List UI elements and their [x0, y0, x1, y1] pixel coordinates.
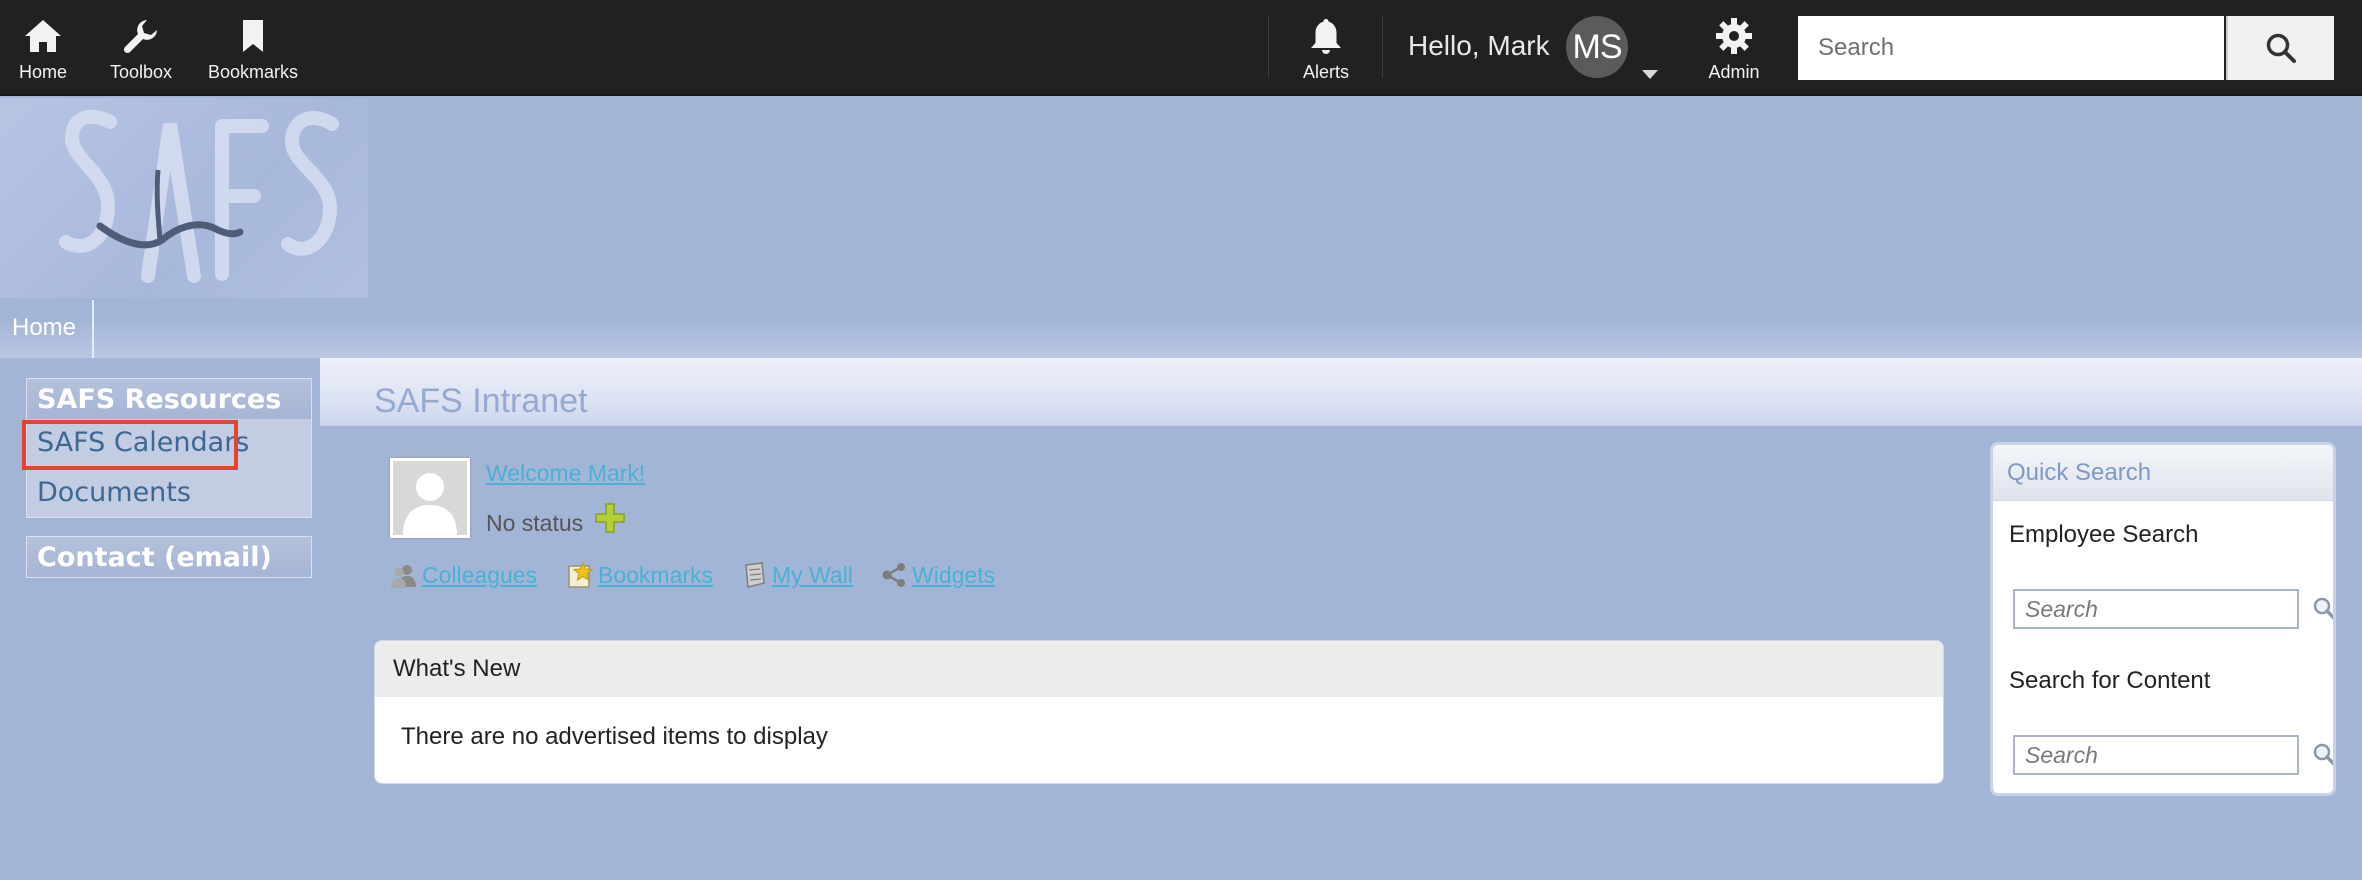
- highlight-box: [22, 420, 238, 470]
- nav-admin-label: Admin: [1708, 61, 1760, 82]
- status-text: No status: [486, 510, 584, 536]
- quick-link-colleagues[interactable]: Colleagues: [390, 560, 537, 590]
- sidebar-section-title: SAFS Resources: [27, 379, 311, 419]
- safs-logo-graphic: [59, 109, 339, 283]
- main-header-band: [320, 358, 2362, 426]
- sidebar-contact-email[interactable]: Contact (email): [27, 537, 311, 577]
- global-search-button[interactable]: [2226, 16, 2334, 80]
- search-icon[interactable]: [2311, 595, 2336, 623]
- notepad-icon: [745, 562, 765, 588]
- nav-alerts-label: Alerts: [1302, 61, 1349, 82]
- whats-new-panel: What's New There are no advertised items…: [374, 640, 1944, 784]
- welcome-link[interactable]: Welcome Mark!: [486, 460, 645, 487]
- breadcrumb-home[interactable]: Home: [12, 314, 76, 342]
- avatar[interactable]: MS: [1566, 16, 1628, 78]
- global-search-input[interactable]: [1798, 16, 2224, 80]
- user-silhouette-icon: [393, 461, 467, 535]
- quick-search-panel: Quick Search Employee Search Search for …: [1990, 442, 2336, 796]
- quick-link-label: Colleagues: [422, 561, 538, 588]
- profile-picture[interactable]: [390, 458, 470, 538]
- site-logo[interactable]: [0, 98, 368, 298]
- gear-icon: [1716, 17, 1752, 54]
- search-icon[interactable]: [2311, 741, 2336, 769]
- share-nodes-icon: [882, 563, 905, 587]
- quick-link-label: Bookmarks: [598, 561, 714, 588]
- nav-bookmarks[interactable]: Bookmarks: [202, 0, 304, 96]
- sidebar-item-documents[interactable]: Documents: [37, 477, 191, 508]
- nav-bookmarks-label: Bookmarks: [207, 61, 299, 82]
- content-search-label: Search for Content: [2009, 667, 2211, 694]
- site-navigation-strip: [0, 300, 2362, 358]
- colleagues-icon: [391, 565, 416, 588]
- wrench-icon: [123, 19, 157, 53]
- user-greeting[interactable]: Hello, Mark: [1408, 30, 1550, 62]
- bookmark-icon: [243, 19, 263, 52]
- divider: [1382, 16, 1383, 78]
- bell-icon: [1311, 18, 1341, 54]
- nav-toolbox[interactable]: Toolbox: [100, 0, 182, 96]
- quick-link-label: My Wall: [772, 561, 853, 588]
- content-search-input[interactable]: [2013, 735, 2299, 775]
- quick-search-title: Quick Search: [1993, 445, 2333, 501]
- employee-search-input[interactable]: [2013, 589, 2299, 629]
- quick-link-label: Widgets: [912, 561, 996, 588]
- nav-home[interactable]: Home: [10, 0, 76, 96]
- home-icon: [25, 19, 61, 52]
- whats-new-title: What's New: [375, 641, 1943, 697]
- nav-admin[interactable]: Admin: [1698, 0, 1770, 96]
- search-icon: [2266, 33, 2296, 63]
- chevron-down-icon[interactable]: [1642, 70, 1658, 79]
- divider: [1268, 16, 1269, 78]
- whats-new-empty-message: There are no advertised items to display: [401, 723, 828, 750]
- page-title: SAFS Intranet: [374, 382, 588, 420]
- nav-alerts[interactable]: Alerts: [1290, 0, 1362, 96]
- quick-link-my-wall[interactable]: My Wall: [740, 560, 853, 590]
- quick-link-bookmarks[interactable]: Bookmarks: [566, 560, 713, 590]
- sidebar-contact-panel[interactable]: Contact (email): [26, 536, 312, 578]
- nav-toolbox-label: Toolbox: [109, 61, 173, 82]
- nav-home-label: Home: [18, 61, 67, 82]
- add-status-icon[interactable]: [594, 502, 626, 534]
- quick-link-widgets[interactable]: Widgets: [880, 560, 995, 590]
- top-navigation-bar: Home Toolbox Bookmarks Alerts Hello, Mar…: [0, 0, 2362, 96]
- employee-search-label: Employee Search: [2009, 521, 2199, 548]
- bookmarks-star-icon: [568, 561, 594, 588]
- divider: [92, 300, 94, 358]
